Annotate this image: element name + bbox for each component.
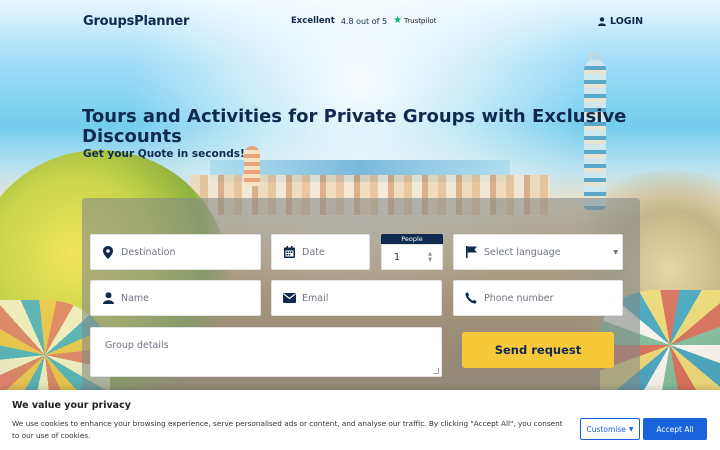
- people-label: People: [381, 234, 443, 244]
- customise-button[interactable]: Customise ▼: [580, 418, 640, 440]
- accept-all-button[interactable]: Accept All: [643, 418, 707, 440]
- resize-handle-icon[interactable]: [433, 368, 439, 374]
- trustpilot-rating[interactable]: Excellent 4.8 out of 5 ★ Trustpilot: [291, 16, 436, 27]
- people-stepper[interactable]: 1 ▲ ▼: [381, 244, 443, 270]
- page-title: Tours and Activities for Private Groups …: [82, 106, 627, 147]
- cookie-text: We use cookies to enhance your browsing …: [12, 419, 563, 440]
- phone-field[interactable]: Phone number: [453, 280, 623, 316]
- map-pin-icon: [95, 245, 121, 259]
- login-label: LOGIN: [610, 16, 644, 27]
- destination-placeholder: Destination: [121, 246, 176, 258]
- user-icon: [598, 17, 606, 26]
- customise-label: Customise: [586, 424, 626, 434]
- trustpilot-logo: ★ Trustpilot: [393, 16, 436, 26]
- flag-icon: [458, 246, 484, 258]
- rating-label: Excellent: [291, 16, 335, 26]
- email-field[interactable]: Email: [271, 280, 442, 316]
- stepper-arrows-icon[interactable]: ▲ ▼: [428, 251, 432, 263]
- envelope-icon: [276, 293, 302, 303]
- chevron-down-icon: ▼: [613, 249, 618, 256]
- date-field[interactable]: Date: [271, 234, 370, 270]
- group-details-textarea[interactable]: Group details: [90, 327, 442, 377]
- page-subtitle: Get your Quote in seconds!: [83, 148, 245, 160]
- language-placeholder: Select language: [484, 246, 561, 258]
- name-placeholder: Name: [121, 292, 150, 304]
- login-button[interactable]: LOGIN: [598, 16, 643, 27]
- language-select[interactable]: Select language ▼: [453, 234, 623, 270]
- email-placeholder: Email: [302, 292, 329, 304]
- mosaic-spire: [244, 146, 260, 186]
- group-details-placeholder: Group details: [105, 340, 169, 351]
- calendar-icon: [276, 246, 302, 258]
- site-logo[interactable]: GroupsPlanner: [83, 14, 189, 29]
- user-icon: [95, 292, 121, 304]
- phone-placeholder: Phone number: [484, 292, 554, 304]
- rating-score: 4.8 out of 5: [340, 16, 388, 26]
- date-placeholder: Date: [302, 246, 325, 258]
- star-icon: ★: [393, 15, 403, 26]
- destination-field[interactable]: Destination: [90, 234, 261, 270]
- people-value: 1: [394, 251, 401, 263]
- cookie-title: We value your privacy: [12, 400, 131, 411]
- send-request-button[interactable]: Send request: [462, 332, 614, 368]
- trustpilot-text: Trustpilot: [404, 17, 437, 25]
- phone-icon: [458, 292, 484, 304]
- chevron-down-icon: ▼: [628, 425, 634, 433]
- name-field[interactable]: Name: [90, 280, 261, 316]
